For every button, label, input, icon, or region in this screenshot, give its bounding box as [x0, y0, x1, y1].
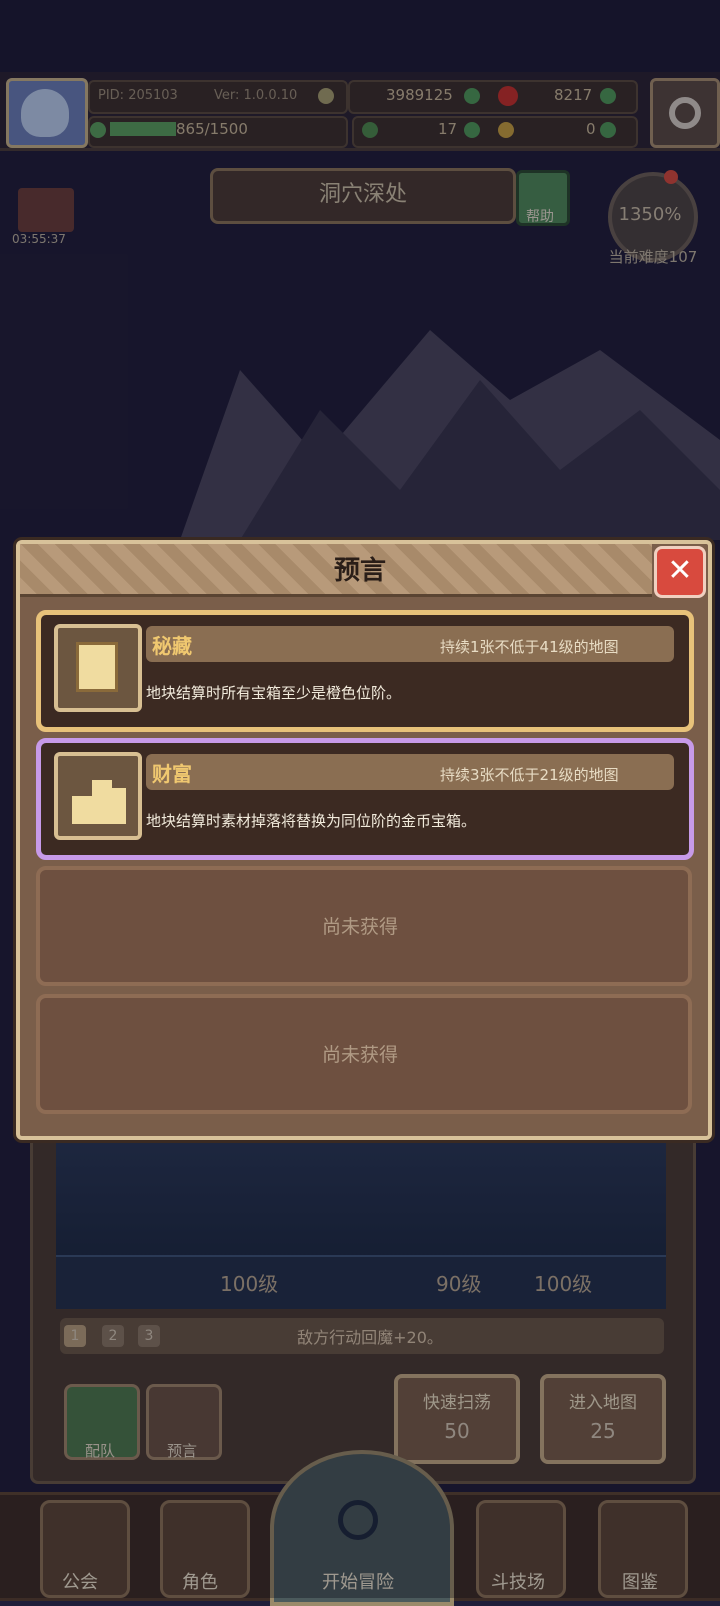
card-title: 财富 [152, 762, 192, 786]
empty-slot-text: 尚未获得 [321, 1044, 398, 1066]
close-button[interactable]: ✕ [654, 546, 706, 598]
scroll-shape [76, 642, 118, 692]
card-requirement: 持续1张不低于41级的地图 [440, 638, 619, 656]
modal-title: 预言 [333, 556, 386, 586]
card-requirement: 持续3张不低于21级的地图 [440, 766, 619, 784]
coin-stack-icon [54, 752, 142, 840]
card-description: 地块结算时所有宝箱至少是橙色位阶。 [146, 684, 402, 702]
scroll-icon [54, 624, 142, 712]
card-title: 秘藏 [152, 634, 192, 658]
card-description: 地块结算时素材掉落将替换为同位阶的金币宝箱。 [146, 812, 477, 830]
empty-slot-text: 尚未获得 [321, 916, 398, 938]
coin-stack-2 [92, 780, 112, 824]
coin-stack-1 [72, 796, 92, 824]
coin-stack-3 [112, 788, 126, 824]
